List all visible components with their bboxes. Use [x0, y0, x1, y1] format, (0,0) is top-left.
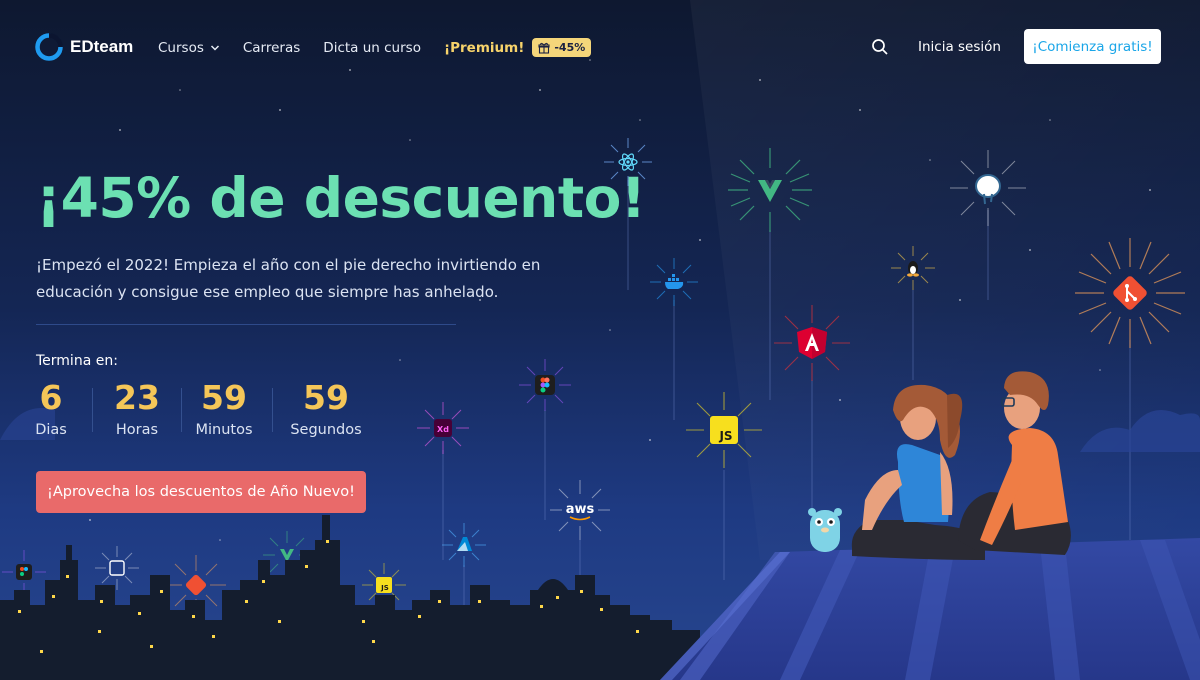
night-scene-background: Xd JS aws JS [0, 0, 1200, 680]
hero-divider [36, 324, 456, 325]
aws-label: aws [566, 502, 595, 517]
nav-item-premium-label: ¡Premium! [443, 39, 525, 56]
logo-text: EDteam [70, 37, 134, 56]
angular-icon [774, 305, 850, 381]
javascript-icon: JS [686, 392, 762, 468]
vue-icon [728, 148, 812, 232]
countdown-hours: 23 Horas [101, 378, 173, 438]
gift-icon [538, 42, 550, 54]
edteam-logo-icon [35, 33, 63, 61]
nav-item-dicta-label: Dicta un curso [323, 39, 421, 56]
nav-item-cursos[interactable]: Cursos [158, 40, 220, 56]
chevron-down-icon [210, 44, 219, 51]
countdown-timer: 6 Dias 23 Horas 59 Minutos 59 Segundos [35, 378, 371, 438]
hero-description: ¡Empezó el 2022! Empieza el año con el p… [36, 256, 541, 301]
hero-title: ¡45% de descuento! [36, 166, 646, 230]
css3-icon [95, 546, 139, 590]
countdown-minutes-label: Minutos [195, 422, 253, 438]
nav-item-cursos-label: Cursos [158, 39, 204, 56]
nav-item-premium[interactable]: ¡Premium! [444, 40, 524, 56]
countdown-hours-label: Horas [115, 422, 159, 438]
figma-icon [519, 359, 571, 411]
countdown-days-label: Dias [35, 422, 67, 438]
xd-label: Xd [437, 425, 449, 434]
aws-icon: aws [550, 480, 610, 540]
countdown-hours-value: 23 [114, 378, 160, 417]
start-free-button[interactable]: ¡Comienza gratis! [1024, 29, 1161, 64]
countdown-seconds: 59 Segundos [281, 378, 371, 438]
js-label: JS [718, 429, 732, 443]
main-nav: Cursos Carreras Dicta un curso ¡Premium! [158, 38, 592, 57]
js-small-label: JS [380, 584, 389, 592]
countdown-seconds-value: 59 [303, 378, 349, 417]
azure-icon [442, 523, 486, 567]
countdown-minutes: 59 Minutos [186, 378, 262, 438]
rooftop [660, 538, 1200, 680]
search-icon[interactable] [871, 38, 889, 56]
site-header: EDteam Cursos Carreras Dicta un curso ¡P… [0, 0, 1200, 94]
logo[interactable]: EDteam [34, 32, 133, 62]
nav-item-carreras-label: Carreras [242, 39, 301, 56]
countdown-label: Termina en: [36, 353, 118, 369]
countdown-minutes-value: 59 [201, 378, 247, 417]
docker-icon [650, 258, 698, 306]
git-icon [1075, 238, 1185, 348]
premium-discount-badge[interactable]: -45% [532, 38, 592, 57]
new-year-discount-button[interactable]: ¡Aprovecha los descuentos de Año Nuevo! [36, 471, 366, 513]
countdown-separator [181, 388, 182, 432]
nav-item-carreras[interactable]: Carreras [243, 40, 300, 56]
premium-badge-label: -45% [554, 41, 586, 54]
city-skyline [0, 515, 700, 680]
nav-item-dicta-un-curso[interactable]: Dicta un curso [323, 40, 421, 56]
login-link[interactable]: Inicia sesión [918, 39, 1001, 55]
countdown-separator [272, 388, 273, 432]
countdown-seconds-label: Segundos [290, 422, 362, 438]
postgresql-icon [950, 150, 1026, 226]
gopher-mascot [808, 508, 842, 552]
countdown-days: 6 Dias [35, 378, 67, 438]
countdown-days-value: 6 [39, 378, 63, 417]
figma-small-icon [2, 550, 46, 594]
adobe-xd-icon: Xd [417, 402, 469, 454]
countdown-separator [92, 388, 93, 432]
